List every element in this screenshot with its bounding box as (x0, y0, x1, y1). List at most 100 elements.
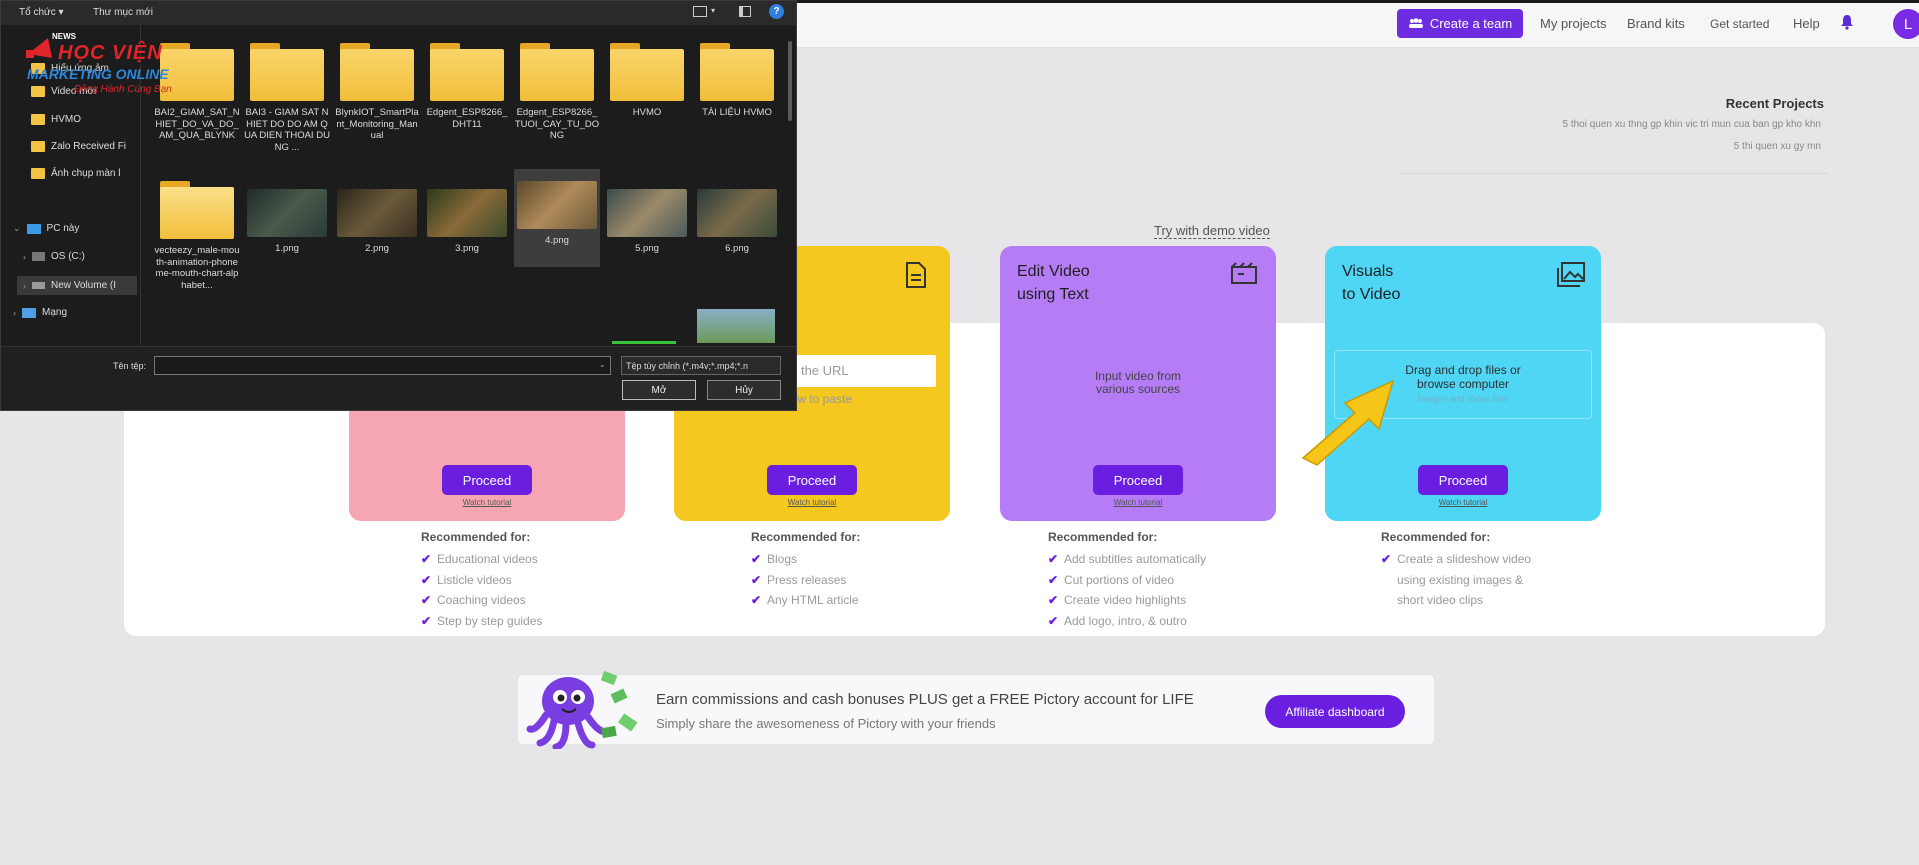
watermark-logo: NEWS HỌC VIỆN MARKETING ONLINE Đồng Hành… (24, 28, 194, 100)
watch-tutorial-link[interactable]: Watch tutorial (349, 498, 625, 507)
nav-folder[interactable]: Zalo Received Fi (31, 141, 126, 152)
folder-item[interactable]: TÀI LIỆU HVMO (694, 43, 780, 119)
watch-tutorial-link[interactable]: Watch tutorial (674, 498, 950, 507)
chevron-right-icon: › (23, 280, 26, 291)
create-team-button[interactable]: Create a team (1397, 9, 1523, 38)
folder-item[interactable]: BAI3 - GIAM SAT NHIET DO DO AM QUA DIEN … (244, 43, 330, 153)
organize-menu[interactable]: Tổ chức ▾ (19, 7, 64, 18)
list-item: ✔ Step by step guides (421, 613, 543, 628)
folder-item[interactable]: HVMO (604, 43, 690, 119)
watch-tutorial-link[interactable]: Watch tutorial (1000, 498, 1276, 507)
file-grid: BAI2_GIAM_SAT_NHIET_DO_VA_DO_AM_QUA_BLYN… (146, 29, 786, 344)
recent-projects-title: Recent Projects (1725, 96, 1824, 111)
watermark-subtitle: MARKETING ONLINE (27, 66, 169, 82)
file-type-select[interactable]: Tệp tùy chỉnh (*.m4v;*.mp4;*.n (621, 356, 781, 375)
list-item: ✔ Any HTML article (751, 593, 859, 607)
folder-icon (250, 43, 324, 101)
filename-label: Tên tệp: (113, 361, 147, 371)
affiliate-headline: Earn commissions and cash bonuses PLUS g… (656, 691, 1194, 708)
octopus-mascot-icon (526, 669, 646, 751)
folder-item[interactable]: vecteezy_male-mouth-animation-phoneme-mo… (154, 181, 240, 291)
recent-project-item[interactable]: 5 thoi quen xu thng gp khin vic tri mun … (1562, 119, 1821, 130)
watermark-title: HỌC VIỆN (58, 42, 163, 64)
list-item: ✔ Press releases (751, 572, 847, 587)
view-options-icon[interactable] (693, 6, 707, 17)
nav-drive-c[interactable]: › OS (C:) (23, 251, 85, 262)
folder-icon (31, 114, 45, 125)
file-grid-scrollbar[interactable] (788, 41, 792, 121)
yellow-arrow-annotation (1301, 379, 1395, 466)
card-edit-video-using-text[interactable]: Edit Video using Text Input video from v… (1000, 246, 1276, 521)
affiliate-dashboard-button[interactable]: Affiliate dashboard (1265, 695, 1405, 728)
drive-icon (32, 252, 45, 261)
preview-pane-icon[interactable] (739, 6, 751, 17)
chevron-right-icon: › (23, 251, 26, 262)
chevron-right-icon: › (13, 307, 16, 318)
image-file-item[interactable]: 2.png (334, 181, 420, 255)
recommended-list: Recommended for: ✔ Blogs ✔ Press releases … (751, 530, 860, 611)
affiliate-subtext: Simply share the awesomeness of Pictory … (656, 716, 996, 731)
image-thumbnail (247, 189, 327, 237)
folder-icon (31, 141, 45, 152)
image-thumbnail[interactable] (697, 309, 775, 343)
watch-tutorial-link[interactable]: Watch tutorial (1325, 498, 1601, 507)
list-item: ✔ Coaching videos (421, 593, 526, 607)
user-avatar[interactable]: L (1893, 9, 1919, 39)
dialog-toolbar: Tổ chức ▾ Thư mục mới ▾ ? (1, 1, 796, 25)
image-file-item-selected[interactable]: 4.png (514, 169, 600, 267)
proceed-button[interactable]: Proceed (767, 465, 857, 495)
image-file-item[interactable]: 5.png (604, 181, 690, 255)
folder-item[interactable]: Edgent_ESP8266_DHT11 (424, 43, 510, 130)
chevron-down-icon[interactable]: ▾ (711, 6, 715, 15)
filename-input[interactable] (154, 356, 611, 375)
folder-icon (520, 43, 594, 101)
folder-item[interactable]: BlynkIOT_SmartPlant_Monitoring_Manual (334, 43, 420, 142)
create-team-label: Create a team (1429, 16, 1513, 31)
list-item: ✔ Add logo, intro, & outro (1048, 613, 1187, 628)
image-thumbnail (337, 189, 417, 237)
image-thumbnail-partial (612, 341, 676, 344)
folder-icon (700, 43, 774, 101)
nav-network[interactable]: › Mạng (13, 307, 67, 318)
image-thumbnail (517, 181, 597, 229)
nav-folder[interactable]: HVMO (31, 114, 81, 125)
nav-my-projects[interactable]: My projects (1540, 16, 1606, 31)
folder-icon (340, 43, 414, 101)
recent-project-item[interactable]: 5 thi quen xu gy mn (1734, 141, 1821, 152)
cancel-button[interactable]: Hủy (707, 380, 781, 400)
nav-brand-kits[interactable]: Brand kits (1627, 16, 1685, 31)
image-thumbnail (427, 189, 507, 237)
nav-this-pc[interactable]: ⌄ PC này (13, 223, 79, 234)
try-demo-video-link[interactable]: Try with demo video (1154, 223, 1270, 239)
help-icon[interactable]: ? (769, 4, 784, 19)
computer-icon (26, 223, 41, 234)
recommended-list: Recommended for: ✔ Add subtitles automati… (1048, 530, 1206, 631)
nav-new-volume[interactable]: › New Volume (I (17, 276, 137, 295)
image-file-item[interactable]: 1.png (244, 181, 330, 255)
folder-icon (160, 181, 234, 239)
folder-icon (31, 168, 45, 179)
dialog-footer: Tên tệp: ⌄ Tệp tùy chỉnh (*.m4v;*.mp4;*.… (1, 346, 796, 410)
chevron-down-icon[interactable]: ⌄ (599, 360, 606, 369)
image-file-item[interactable]: 6.png (694, 181, 780, 255)
folder-icon (430, 43, 504, 101)
new-folder-button[interactable]: Thư mục mới (93, 7, 153, 18)
folder-icon (610, 43, 684, 101)
open-button[interactable]: Mở (622, 380, 696, 400)
nav-get-started[interactable]: Get started (1710, 17, 1769, 31)
image-file-item[interactable]: 3.png (424, 181, 510, 255)
recommended-title: Recommended for: (1048, 530, 1158, 544)
proceed-button[interactable]: Proceed (1418, 465, 1508, 495)
proceed-button[interactable]: Proceed (1093, 465, 1183, 495)
nav-help[interactable]: Help (1793, 16, 1820, 31)
nav-folder[interactable]: Ảnh chụp màn l (31, 168, 121, 179)
notification-bell-icon[interactable] (1840, 14, 1858, 34)
list-item: ✔ Create video highlights (1048, 593, 1187, 607)
team-icon (1408, 16, 1424, 31)
affiliate-banner: Earn commissions and cash bonuses PLUS g… (517, 670, 1435, 751)
list-item: ✔ Listicle videos (421, 572, 512, 587)
proceed-button[interactable]: Proceed (442, 465, 532, 495)
recommended-list: Recommended for: ✔ Educational videos ✔ Li… (421, 530, 542, 631)
list-item: ✔ Educational videos (421, 552, 538, 566)
folder-item[interactable]: Edgent_ESP8266_TUOI_CAY_TU_DONG (514, 43, 600, 142)
